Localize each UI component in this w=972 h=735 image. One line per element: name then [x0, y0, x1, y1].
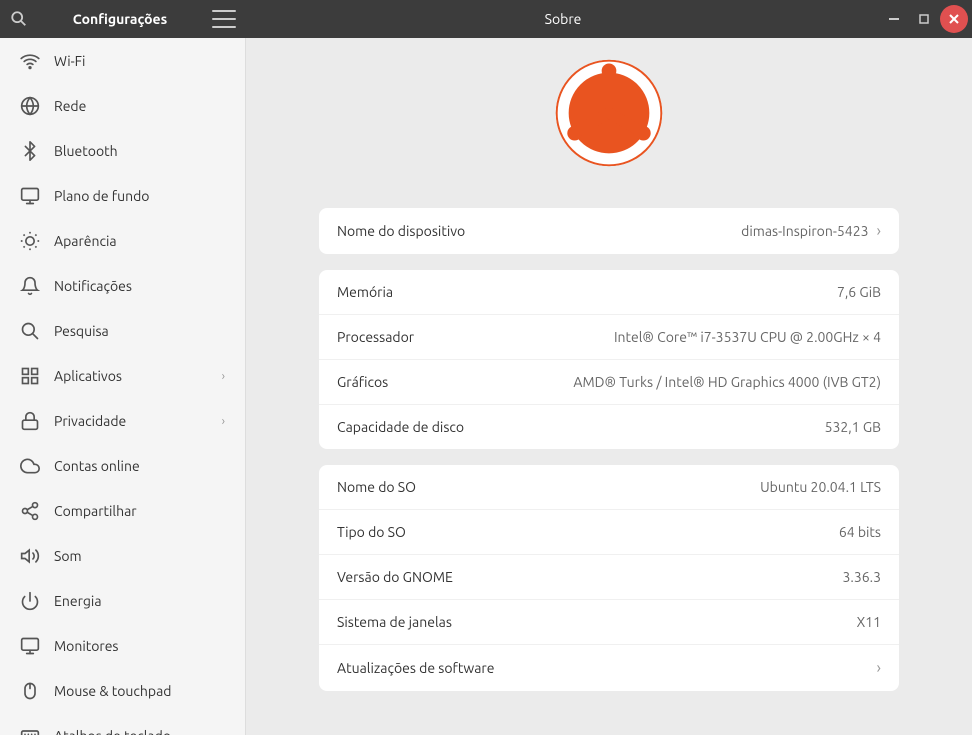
- sidebar-item-energia-label: Energia: [54, 593, 225, 609]
- titlebar-left: Configurações: [0, 10, 246, 28]
- sidebar-item-som[interactable]: Som: [4, 534, 241, 578]
- sidebar-item-rede[interactable]: Rede: [4, 84, 241, 128]
- sidebar-item-pesquisa[interactable]: Pesquisa: [4, 309, 241, 353]
- graficos-value: AMD® Turks / Intel® HD Graphics 4000 (IV…: [573, 374, 881, 390]
- versao-gnome-value: 3.36.3: [843, 569, 881, 585]
- ubuntu-logo: [554, 58, 664, 188]
- tipo-so-row: Tipo do SO 64 bits: [319, 510, 899, 555]
- nome-so-row: Nome do SO Ubuntu 20.04.1 LTS: [319, 465, 899, 510]
- processador-row: Processador Intel® Core™ i7-3537U CPU @ …: [319, 315, 899, 360]
- titlebar-controls: [880, 5, 972, 33]
- sidebar-item-plano-de-fundo[interactable]: Plano de fundo: [4, 174, 241, 218]
- sidebar-item-aplicativos-label: Aplicativos: [54, 368, 208, 384]
- monitor-icon: [20, 636, 40, 656]
- sidebar-item-bluetooth-label: Bluetooth: [54, 143, 225, 159]
- apps-icon: [20, 366, 40, 386]
- sidebar-item-aplicativos[interactable]: Aplicativos ›: [4, 354, 241, 398]
- processador-label: Processador: [337, 329, 414, 345]
- disco-label: Capacidade de disco: [337, 419, 464, 435]
- keyboard-icon: [20, 726, 40, 735]
- minimize-button[interactable]: [880, 5, 908, 33]
- atualizacoes-label: Atualizações de software: [337, 660, 494, 676]
- bell-icon: [20, 276, 40, 296]
- tipo-so-value: 64 bits: [839, 524, 881, 540]
- aplicativos-arrow-icon: ›: [222, 370, 225, 383]
- titlebar-settings-title: Configurações: [38, 11, 202, 27]
- wifi-icon: [20, 51, 40, 71]
- sidebar-item-compartilhar-label: Compartilhar: [54, 503, 225, 519]
- sidebar-item-contas-online-label: Contas online: [54, 458, 225, 474]
- sidebar-item-monitores-label: Monitores: [54, 638, 225, 654]
- menu-icon[interactable]: [212, 10, 236, 28]
- cloud-icon: [20, 456, 40, 476]
- sidebar-item-compartilhar[interactable]: Compartilhar: [4, 489, 241, 533]
- sidebar-item-rede-label: Rede: [54, 98, 225, 114]
- search-icon[interactable]: [10, 10, 28, 28]
- sidebar-item-privacidade-label: Privacidade: [54, 413, 208, 429]
- close-button[interactable]: [940, 5, 968, 33]
- disco-value: 532,1 GB: [825, 419, 881, 435]
- maximize-button[interactable]: [910, 5, 938, 33]
- titlebar: Configurações Sobre: [0, 0, 972, 38]
- device-name-value: dimas-Inspiron-5423 ›: [741, 222, 881, 240]
- device-name-row[interactable]: Nome do dispositivo dimas-Inspiron-5423 …: [319, 208, 899, 254]
- tipo-so-label: Tipo do SO: [337, 524, 406, 540]
- sidebar-item-aparencia[interactable]: Aparência: [4, 219, 241, 263]
- sidebar-item-privacidade[interactable]: Privacidade ›: [4, 399, 241, 443]
- sidebar-item-notificacoes[interactable]: Notificações: [4, 264, 241, 308]
- processador-value: Intel® Core™ i7-3537U CPU @ 2.00GHz × 4: [614, 329, 881, 345]
- atualizacoes-arrow-icon: ›: [877, 659, 882, 677]
- disco-row: Capacidade de disco 532,1 GB: [319, 405, 899, 449]
- sidebar-item-notificacoes-label: Notificações: [54, 278, 225, 294]
- nome-so-value: Ubuntu 20.04.1 LTS: [760, 479, 881, 495]
- sidebar-item-pesquisa-label: Pesquisa: [54, 323, 225, 339]
- nome-so-label: Nome do SO: [337, 479, 416, 495]
- sidebar-item-contas-online[interactable]: Contas online: [4, 444, 241, 488]
- graficos-row: Gráficos AMD® Turks / Intel® HD Graphics…: [319, 360, 899, 405]
- power-icon: [20, 591, 40, 611]
- versao-gnome-label: Versão do GNOME: [337, 569, 453, 585]
- privacidade-arrow-icon: ›: [222, 415, 225, 428]
- mouse-icon: [20, 681, 40, 701]
- sound-icon: [20, 546, 40, 566]
- sidebar-item-atalhos-teclado[interactable]: Atalhos de teclado: [4, 714, 241, 735]
- memoria-label: Memória: [337, 284, 393, 300]
- os-card: Nome do SO Ubuntu 20.04.1 LTS Tipo do SO…: [319, 465, 899, 691]
- sidebar-item-wifi-label: Wi-Fi: [54, 53, 225, 69]
- sistema-janelas-row: Sistema de janelas X11: [319, 600, 899, 645]
- share-icon: [20, 501, 40, 521]
- sidebar-item-wifi[interactable]: Wi-Fi: [4, 39, 241, 83]
- lock-icon: [20, 411, 40, 431]
- sidebar-item-plano-de-fundo-label: Plano de fundo: [54, 188, 225, 204]
- graficos-label: Gráficos: [337, 374, 388, 390]
- sidebar-item-mouse-touchpad-label: Mouse & touchpad: [54, 683, 225, 699]
- bluetooth-icon: [20, 141, 40, 161]
- sidebar-item-mouse-touchpad[interactable]: Mouse & touchpad: [4, 669, 241, 713]
- sidebar-item-atalhos-teclado-label: Atalhos de teclado: [54, 728, 225, 735]
- sidebar-item-aparencia-label: Aparência: [54, 233, 225, 249]
- main-layout: Wi-Fi Rede Bluetooth: [0, 38, 972, 735]
- sidebar-item-monitores[interactable]: Monitores: [4, 624, 241, 668]
- content-area: Nome do dispositivo dimas-Inspiron-5423 …: [246, 38, 972, 735]
- sistema-janelas-value: X11: [857, 614, 881, 630]
- sistema-janelas-label: Sistema de janelas: [337, 614, 452, 630]
- atualizacoes-row[interactable]: Atualizações de software ›: [319, 645, 899, 691]
- device-name-label: Nome do dispositivo: [337, 223, 465, 239]
- memoria-row: Memória 7,6 GiB: [319, 270, 899, 315]
- pesquisa-icon: [20, 321, 40, 341]
- versao-gnome-row: Versão do GNOME 3.36.3: [319, 555, 899, 600]
- device-card: Nome do dispositivo dimas-Inspiron-5423 …: [319, 208, 899, 254]
- network-icon: [20, 96, 40, 116]
- titlebar-center-title: Sobre: [246, 11, 880, 27]
- sidebar-item-som-label: Som: [54, 548, 225, 564]
- sidebar-item-bluetooth[interactable]: Bluetooth: [4, 129, 241, 173]
- wallpaper-icon: [20, 186, 40, 206]
- hardware-card: Memória 7,6 GiB Processador Intel® Core™…: [319, 270, 899, 449]
- atualizacoes-value: ›: [877, 659, 882, 677]
- device-name-arrow-icon: ›: [877, 222, 882, 240]
- sidebar-item-energia[interactable]: Energia: [4, 579, 241, 623]
- appearance-icon: [20, 231, 40, 251]
- memoria-value: 7,6 GiB: [837, 284, 881, 300]
- sidebar: Wi-Fi Rede Bluetooth: [0, 38, 246, 735]
